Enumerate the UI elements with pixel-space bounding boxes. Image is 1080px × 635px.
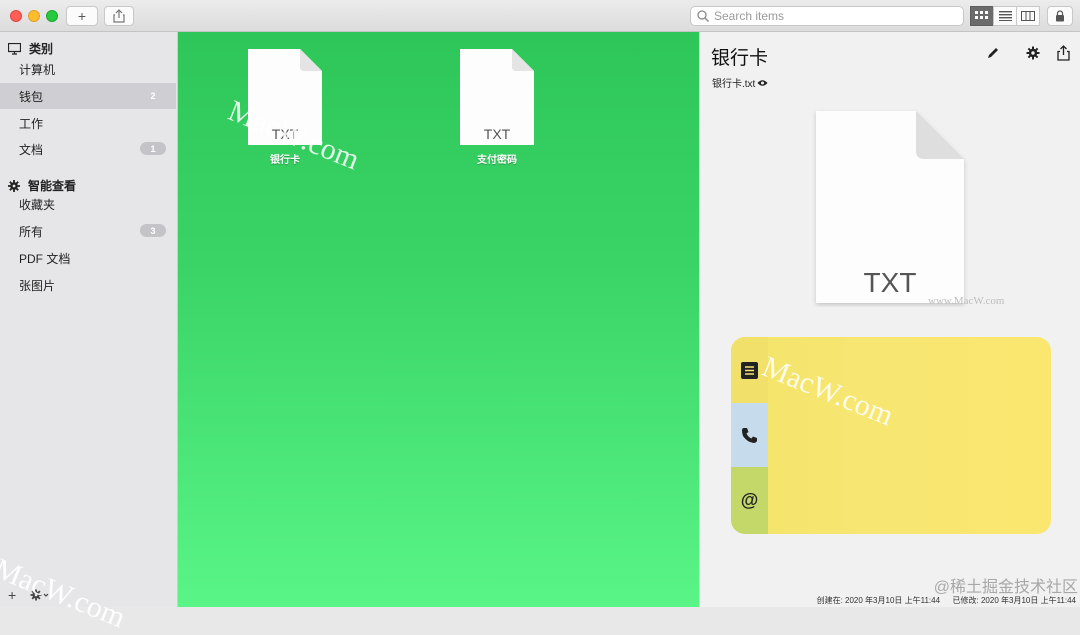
sidebar-item-wallet[interactable]: 钱包 2 <box>0 83 176 109</box>
item-count-badge: 3 <box>140 224 166 237</box>
sidebar-item-favorites[interactable]: 收藏夹 <box>0 191 176 217</box>
pencil-icon <box>988 48 998 58</box>
notes-icon <box>741 361 758 379</box>
gear-menu-icon[interactable] <box>30 589 50 601</box>
file-item[interactable]: TXT 银行卡 <box>230 47 340 166</box>
minimize-window-button[interactable] <box>28 10 40 22</box>
notes-tab[interactable] <box>731 337 768 403</box>
settings-button[interactable] <box>1024 44 1042 62</box>
maximize-window-button[interactable] <box>46 10 58 22</box>
share-button[interactable] <box>104 6 134 26</box>
monitor-icon <box>8 42 21 55</box>
title-bar: + <box>0 0 1080 32</box>
search-icon <box>697 10 709 22</box>
txt-file-preview-icon: TXT <box>816 111 964 303</box>
lock-button[interactable] <box>1047 6 1073 26</box>
modified-date: 已修改: 2020 年3月10日 上午11:44 <box>952 596 1076 605</box>
list-view-button[interactable] <box>993 6 1017 26</box>
phone-icon <box>742 427 757 443</box>
watermark: www.MacW.com <box>928 295 1005 307</box>
add-item-button[interactable]: + <box>66 6 98 26</box>
watermark: @稀土掘金技术社区 <box>933 579 1078 596</box>
at-sign-icon: @ <box>740 490 759 510</box>
sidebar-item-label: 计算机 <box>19 62 56 77</box>
items-grid: TXT 银行卡 TXT 支付密码 MacW.com <box>178 32 699 607</box>
share-item-button[interactable] <box>1054 44 1072 62</box>
close-window-button[interactable] <box>10 10 22 22</box>
view-mode-switcher <box>970 6 1040 26</box>
sidebar-item-label: 钱包 <box>19 89 44 104</box>
plus-icon: + <box>77 8 87 24</box>
txt-file-icon: TXT <box>248 49 322 145</box>
item-count-badge: 1 <box>140 142 166 155</box>
file-name: 银行卡 <box>270 155 300 166</box>
sidebar-item-label: 文档 <box>19 142 44 157</box>
file-type-label: TXT <box>272 126 299 142</box>
section-title: 类别 <box>29 42 54 56</box>
preview-type-label: TXT <box>864 267 917 298</box>
eye-icon[interactable] <box>757 79 768 87</box>
info-card: @ <box>731 337 1051 534</box>
sidebar-item-work[interactable]: 工作 <box>0 110 176 136</box>
lock-icon <box>1056 10 1064 22</box>
columns-icon <box>1021 11 1035 21</box>
file-name: 支付密码 <box>477 155 517 166</box>
share-icon <box>1056 45 1070 61</box>
item-filename-row: 银行卡.txt <box>712 75 768 90</box>
sidebar-footer: + <box>8 587 50 603</box>
sidebar-item-images[interactable]: 张图片 <box>0 272 176 298</box>
item-count-badge: 2 <box>150 90 156 101</box>
sidebar-item-label: 所有 <box>19 224 44 239</box>
search-field[interactable] <box>690 6 964 26</box>
sidebar-item-documents[interactable]: 文档 1 <box>0 136 176 162</box>
grid-icon <box>975 11 988 19</box>
column-view-button[interactable] <box>1016 6 1040 26</box>
sidebar-section-categories: 类别 <box>8 40 53 57</box>
share-icon <box>113 9 125 23</box>
sidebar-item-all[interactable]: 所有 3 <box>0 218 176 244</box>
sidebar-item-label: 收藏夹 <box>19 197 56 212</box>
sidebar: 类别 计算机 钱包 2 工作 文档 1 智能查看 收藏夹 所有 3 PDF 文档… <box>0 32 178 634</box>
sidebar-item-label: 张图片 <box>19 278 56 293</box>
sidebar-item-pdf-documents[interactable]: PDF 文档 <box>0 245 176 271</box>
gear-icon <box>1026 46 1040 60</box>
file-type-label: TXT <box>484 126 511 142</box>
search-input[interactable] <box>714 9 954 23</box>
grid-view-button[interactable] <box>970 6 994 26</box>
file-item[interactable]: TXT 支付密码 <box>442 47 552 166</box>
gear-icon <box>8 179 20 192</box>
created-date: 创建在: 2020 年3月10日 上午11:44 <box>816 596 941 605</box>
sidebar-item-label: PDF 文档 <box>19 251 71 266</box>
detail-panel: 银行卡 银行卡.txt TXT www.MacW.com @ MacW.com … <box>699 32 1080 607</box>
sidebar-item-label: 工作 <box>19 116 44 131</box>
add-category-button[interactable]: + <box>8 587 16 603</box>
item-title: 银行卡 <box>711 48 769 69</box>
txt-file-icon: TXT <box>460 49 534 145</box>
item-metadata: 创建在: 2020 年3月10日 上午11:44 已修改: 2020 年3月10… <box>817 595 1076 606</box>
sidebar-item-computer[interactable]: 计算机 <box>0 56 176 82</box>
edit-button[interactable] <box>984 44 1002 62</box>
phone-tab[interactable] <box>731 403 768 467</box>
list-icon <box>998 11 1012 21</box>
item-filename: 银行卡.txt <box>712 79 756 90</box>
email-tab[interactable]: @ <box>731 467 768 534</box>
